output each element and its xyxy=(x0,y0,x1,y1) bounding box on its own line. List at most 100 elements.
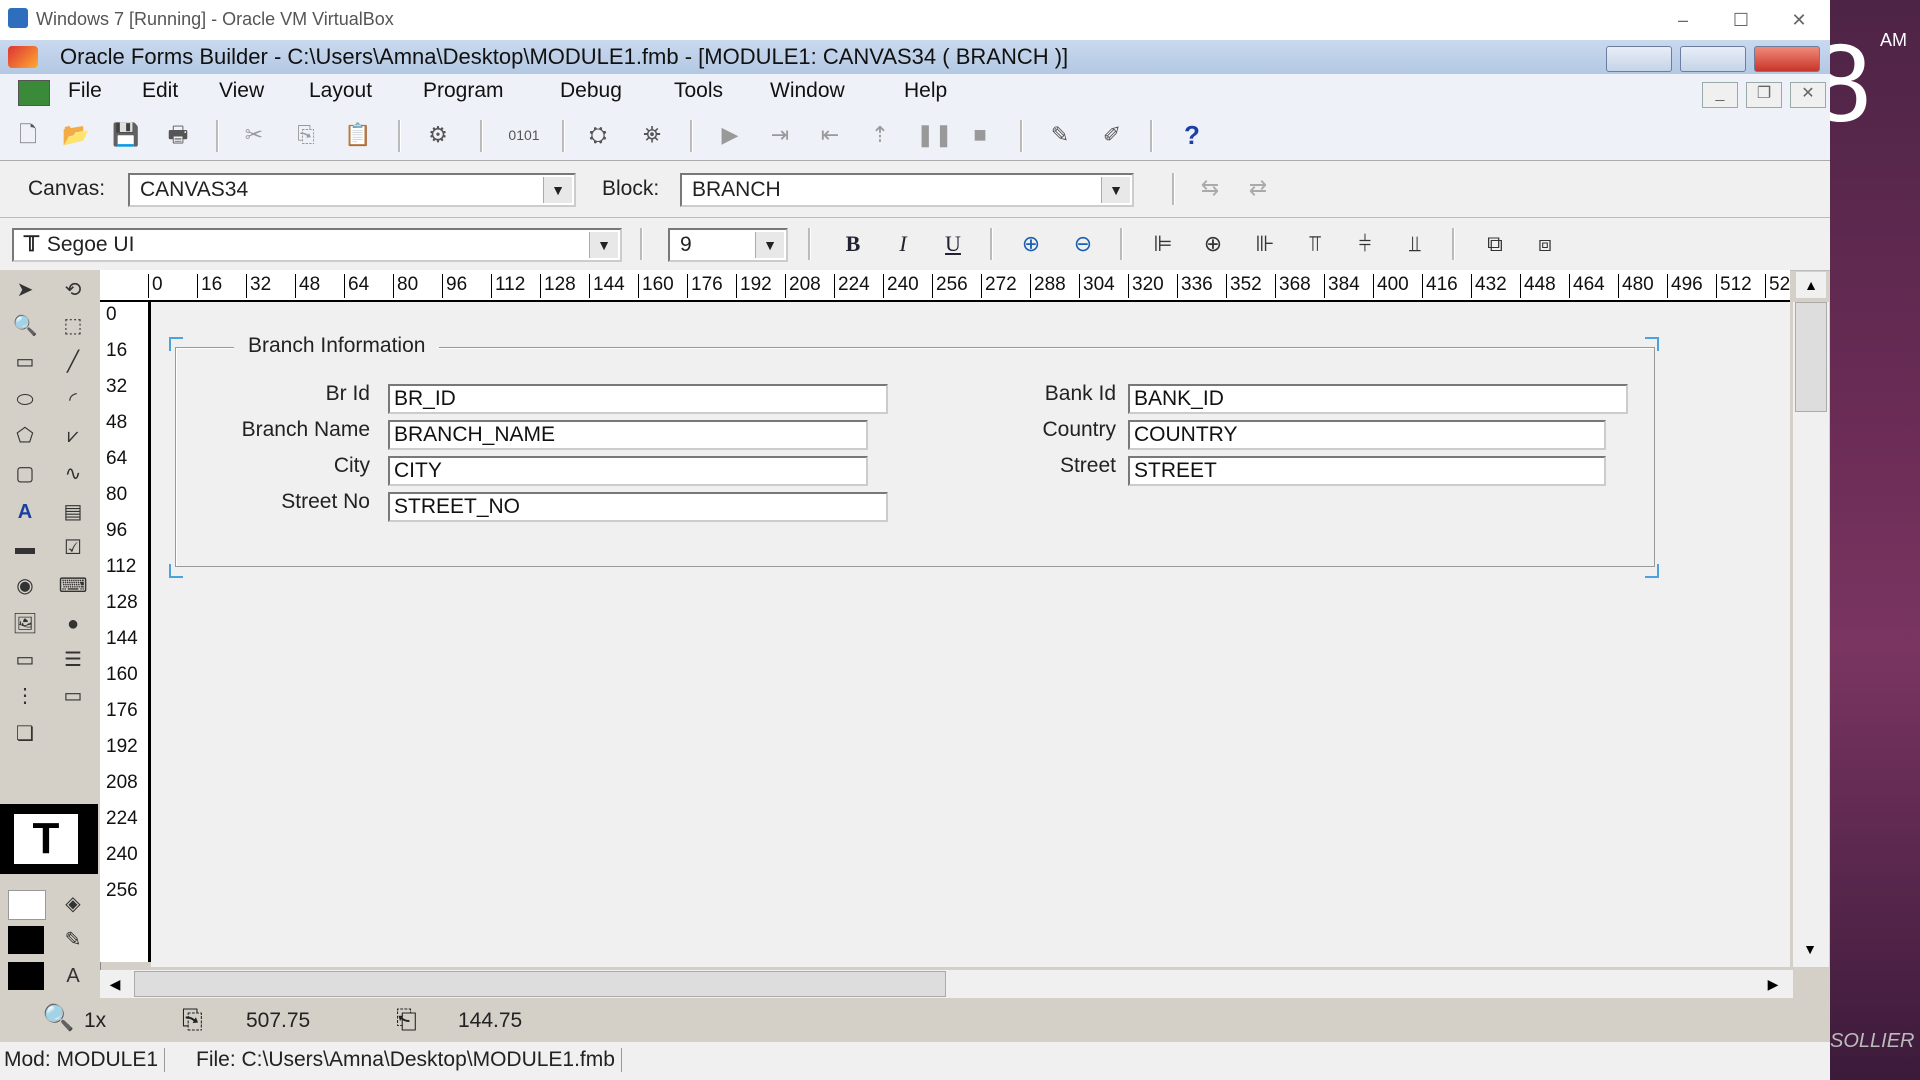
print-icon[interactable]: 🖶 xyxy=(164,122,192,148)
app-restore-button[interactable] xyxy=(1680,46,1746,72)
app-close-button[interactable] xyxy=(1754,46,1820,72)
selection-handle[interactable] xyxy=(169,337,183,351)
menu-tools[interactable]: Tools xyxy=(674,79,723,103)
stop-icon[interactable]: ■ xyxy=(966,122,994,148)
field-street[interactable]: STREET xyxy=(1128,456,1606,486)
mdi-restore-button[interactable]: ❐ xyxy=(1746,82,1782,108)
polygon-tool-icon[interactable]: ⬠ xyxy=(4,420,46,452)
font-select[interactable]: 𝕋 Segoe UI ▼ xyxy=(12,228,622,262)
tab-canvas-tool-icon[interactable]: ▭ xyxy=(52,680,94,712)
horizontal-scrollbar[interactable]: ◀ ▶ xyxy=(100,970,1793,998)
tree-tool-icon[interactable]: ⋮ xyxy=(4,680,46,712)
align-middle-icon[interactable]: ⫩ xyxy=(1350,230,1380,258)
rotate-tool-icon[interactable]: ⟲ xyxy=(52,274,94,306)
arc-tool-icon[interactable]: ◜ xyxy=(52,384,94,416)
layout-canvas[interactable]: Branch Information Br Id BR_ID Branch Na… xyxy=(151,302,1790,967)
selection-handle[interactable] xyxy=(1645,564,1659,578)
sound-tool-icon[interactable]: ● xyxy=(52,608,94,640)
text-tool-icon[interactable]: A xyxy=(4,496,46,528)
radio-tool-icon[interactable]: ◉ xyxy=(4,570,46,602)
ellipse-tool-icon[interactable]: ⬭ xyxy=(4,384,46,416)
textitem-tool-icon[interactable]: ⌨ xyxy=(52,570,94,602)
vertical-scrollbar[interactable]: ▼ xyxy=(1793,302,1829,967)
layout-wizard-icon[interactable]: ✐ xyxy=(1098,122,1126,148)
field-city[interactable]: CITY xyxy=(388,456,868,486)
fill-color-icon[interactable]: ◈ xyxy=(52,888,94,920)
cut-icon[interactable]: ✂ xyxy=(240,122,268,148)
pause-icon[interactable]: ❚❚ xyxy=(916,122,953,148)
underline-button[interactable]: U xyxy=(938,230,968,258)
image-tool-icon[interactable]: 🖼 xyxy=(4,608,46,640)
scroll-down-icon[interactable]: ▼ xyxy=(1795,936,1825,962)
chevron-down-icon[interactable]: ▼ xyxy=(589,232,618,258)
button-tool-icon[interactable]: ▬ xyxy=(4,532,46,564)
selection-handle[interactable] xyxy=(1645,337,1659,351)
block-select[interactable]: BRANCH ▼ xyxy=(680,173,1134,207)
run-form-icon[interactable]: ⛭ xyxy=(584,122,612,148)
scroll-up-icon[interactable]: ▲ xyxy=(1796,272,1826,298)
app-minimize-button[interactable] xyxy=(1606,46,1672,72)
wizard-icon[interactable]: ✎ xyxy=(1046,122,1074,148)
step-over-icon[interactable]: ⇤ xyxy=(816,122,844,148)
field-branch-name[interactable]: BRANCH_NAME xyxy=(388,420,868,450)
open-icon[interactable]: 📂 xyxy=(62,122,90,148)
selection-handle[interactable] xyxy=(169,564,183,578)
chevron-down-icon[interactable]: ▼ xyxy=(755,232,784,258)
align-bottom-icon[interactable]: ⫫ xyxy=(1400,230,1430,258)
vertical-scroll-thumb[interactable] xyxy=(1795,302,1827,412)
zoom-out-icon[interactable]: ⊖ xyxy=(1068,230,1098,258)
rectangle-tool-icon[interactable]: ▭ xyxy=(4,346,46,378)
copy-icon[interactable]: ⎘ xyxy=(292,122,320,148)
text-color-icon[interactable]: A xyxy=(52,960,94,992)
field-br-id[interactable]: BR_ID xyxy=(388,384,888,414)
menu-debug[interactable]: Debug xyxy=(560,79,622,103)
menu-program[interactable]: Program xyxy=(423,79,504,103)
zoom-in-icon[interactable]: ⊕ xyxy=(1016,230,1046,258)
horizontal-scroll-thumb[interactable] xyxy=(134,971,946,997)
menu-help[interactable]: Help xyxy=(904,79,947,103)
new-icon[interactable]: 🗋 xyxy=(14,122,42,148)
line-color-swatch[interactable] xyxy=(8,926,44,954)
fill-color-swatch[interactable] xyxy=(8,890,46,920)
go-icon[interactable]: ▶ xyxy=(716,122,744,148)
menu-layout[interactable]: Layout xyxy=(309,79,372,103)
compile-icon[interactable]: 0101 xyxy=(506,122,542,148)
frame-tool-icon[interactable]: ▤ xyxy=(52,496,94,528)
menu-file[interactable]: File xyxy=(68,79,102,103)
host-maximize-button[interactable]: ☐ xyxy=(1718,6,1764,34)
align-left-icon[interactable]: ⊫ xyxy=(1148,230,1178,258)
field-bank-id[interactable]: BANK_ID xyxy=(1128,384,1628,414)
bring-to-front-icon[interactable]: ⧉ xyxy=(1480,230,1510,258)
align-right-icon[interactable]: ⊪ xyxy=(1250,230,1280,258)
canvas-select[interactable]: CANVAS34 ▼ xyxy=(128,173,576,207)
mdi-close-button[interactable]: ✕ xyxy=(1790,82,1826,108)
link-icon[interactable]: ⇆ xyxy=(1196,175,1224,201)
bold-button[interactable]: B xyxy=(838,230,868,258)
menu-view[interactable]: View xyxy=(219,79,264,103)
line-tool-icon[interactable]: ╱ xyxy=(52,346,94,378)
scroll-left-icon[interactable]: ◀ xyxy=(102,971,128,997)
scroll-right-icon[interactable]: ▶ xyxy=(1760,971,1786,997)
branch-frame[interactable]: Branch Information Br Id BR_ID Branch Na… xyxy=(175,334,1655,567)
field-country[interactable]: COUNTRY xyxy=(1128,420,1606,450)
list-tool-icon[interactable]: ☰ xyxy=(52,644,94,676)
polyline-tool-icon[interactable]: ⩗ xyxy=(52,420,94,452)
menu-window[interactable]: Window xyxy=(770,79,845,103)
chevron-down-icon[interactable]: ▼ xyxy=(1101,177,1130,203)
send-to-back-icon[interactable]: ⧈ xyxy=(1530,230,1560,258)
paste-icon[interactable]: 📋 xyxy=(344,122,372,148)
stacked-canvas-tool-icon[interactable]: ❏ xyxy=(4,718,46,750)
mdi-minimize-button[interactable]: _ xyxy=(1702,82,1738,108)
font-size-select[interactable]: 9 ▼ xyxy=(668,228,788,262)
line-color-icon[interactable]: ✎ xyxy=(52,924,94,956)
select-tool-icon[interactable]: ➤ xyxy=(4,274,46,306)
save-icon[interactable]: 💾 xyxy=(112,122,140,148)
chevron-down-icon[interactable]: ▼ xyxy=(543,177,572,203)
rounded-rect-tool-icon[interactable]: ▢ xyxy=(4,458,46,490)
text-color-swatch[interactable] xyxy=(8,962,44,990)
freehand-tool-icon[interactable]: ∿ xyxy=(52,458,94,490)
italic-button[interactable]: I xyxy=(888,230,918,258)
align-top-icon[interactable]: ⫪ xyxy=(1300,230,1330,258)
host-close-button[interactable]: ✕ xyxy=(1776,6,1822,34)
run-debug-icon[interactable]: ⛯ xyxy=(638,122,666,148)
